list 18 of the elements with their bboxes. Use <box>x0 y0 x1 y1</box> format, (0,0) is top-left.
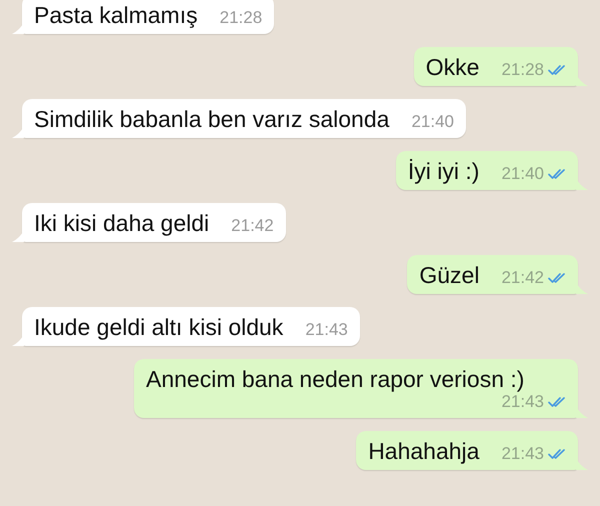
message-time: 21:28 <box>220 8 262 28</box>
message-text: İyi iyi :) <box>408 159 480 184</box>
message-text: Annecim bana neden rapor veriosn :) <box>146 367 524 392</box>
message-text: Iki kisi daha geldi <box>34 211 210 236</box>
message-time: 21:43 <box>305 320 348 340</box>
message-text: Okke <box>426 55 480 80</box>
message-text: Hahahahja <box>368 439 480 464</box>
message-time: 21:42 <box>231 216 274 236</box>
message-text: Pasta kalmamış <box>34 3 198 28</box>
message-time: 21:28 <box>501 60 544 80</box>
message-time: 21:43 <box>501 444 544 464</box>
message-time: 21:43 <box>501 392 544 412</box>
message-text: Ikude geldi altı kisi olduk <box>34 315 284 340</box>
message-text: Güzel <box>419 263 480 288</box>
message-time: 21:40 <box>411 112 454 132</box>
message-time: 21:40 <box>501 164 544 184</box>
message-text: Simdilik babanla ben varız salonda <box>34 107 390 132</box>
message-time: 21:42 <box>501 268 544 288</box>
